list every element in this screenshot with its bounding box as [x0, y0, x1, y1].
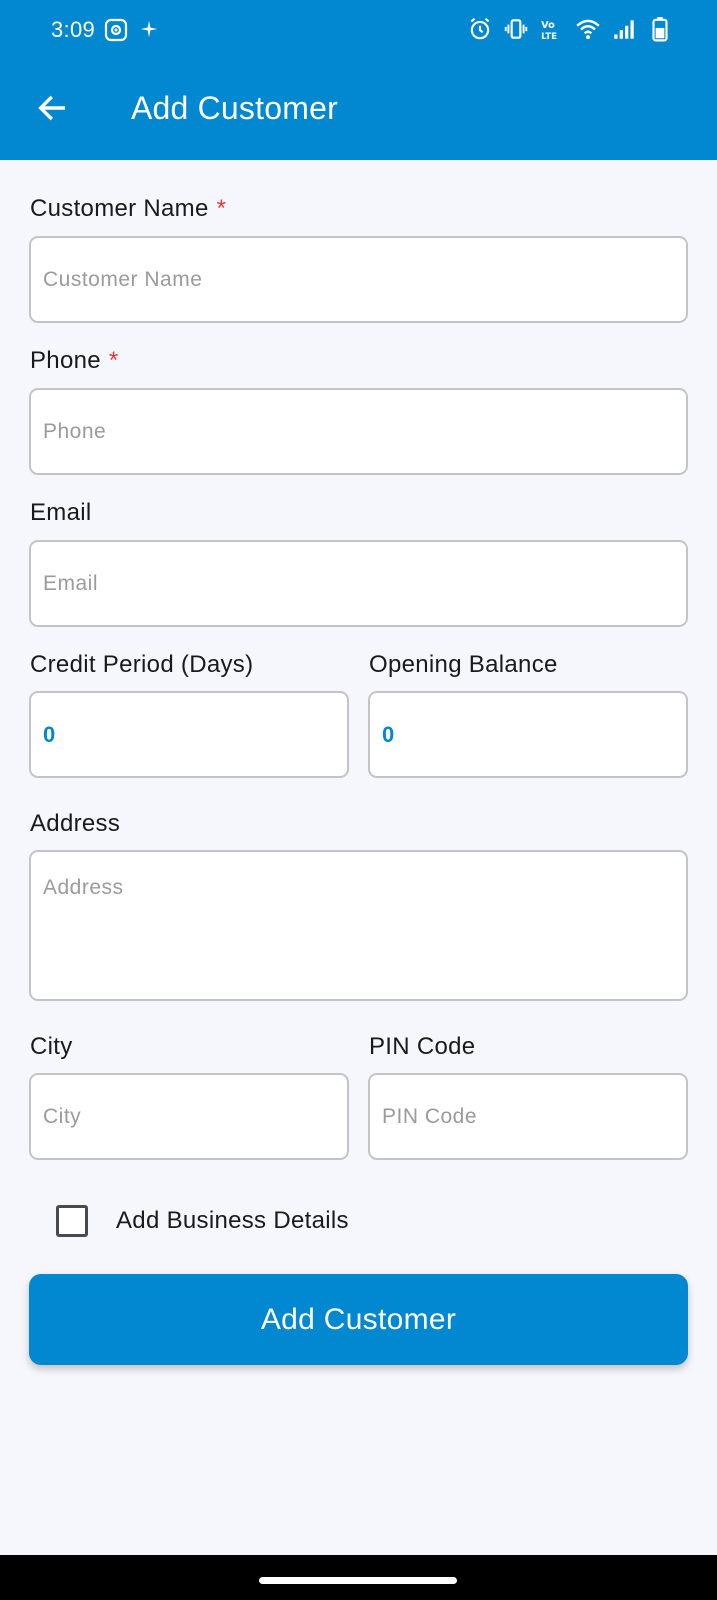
- business-details-checkbox[interactable]: [56, 1205, 88, 1237]
- customer-name-label: Customer Name *: [30, 195, 226, 223]
- email-label: Email: [30, 499, 92, 526]
- battery-icon: [647, 16, 673, 42]
- top-app-bar: 3:09 Vo LTE Add Customer: [0, 0, 717, 160]
- wifi-icon: [575, 16, 601, 42]
- status-icons: Vo LTE: [467, 16, 673, 42]
- home-gesture-handle[interactable]: [259, 1577, 457, 1584]
- app-bar: Add Customer: [0, 60, 717, 160]
- phone-label-text: Phone: [30, 347, 101, 374]
- required-mark: *: [216, 195, 227, 222]
- page-title: Add Customer: [131, 90, 338, 126]
- signal-icon: [611, 16, 637, 42]
- svg-text:LTE: LTE: [541, 32, 557, 42]
- city-label: City: [30, 1033, 73, 1060]
- pin-code-input[interactable]: [368, 1073, 688, 1160]
- svg-text:Vo: Vo: [541, 20, 555, 31]
- address-label: Address: [30, 810, 121, 837]
- arrow-left-icon: [38, 95, 66, 121]
- status-bar: 3:09 Vo LTE: [0, 0, 717, 60]
- phone-input[interactable]: [29, 388, 688, 475]
- email-input[interactable]: [29, 540, 688, 627]
- customer-name-label-text: Customer Name: [30, 195, 209, 222]
- city-input[interactable]: [29, 1073, 349, 1160]
- phone-label: Phone *: [30, 347, 119, 375]
- opening-balance-label: Opening Balance: [369, 651, 558, 678]
- customer-name-input[interactable]: [29, 236, 688, 323]
- business-details-row[interactable]: Add Business Details: [56, 1205, 349, 1237]
- sparkle-icon: [138, 18, 162, 42]
- business-details-label[interactable]: Add Business Details: [116, 1207, 349, 1235]
- volte-icon: Vo LTE: [539, 16, 565, 42]
- address-input[interactable]: [29, 850, 688, 1001]
- navigation-bar: [0, 1555, 717, 1600]
- required-mark: *: [108, 347, 119, 374]
- add-customer-button[interactable]: Add Customer: [29, 1274, 688, 1365]
- alarm-icon: [467, 16, 493, 42]
- status-time: 3:09: [51, 17, 96, 42]
- opening-balance-input[interactable]: [368, 691, 688, 778]
- credit-period-input[interactable]: [29, 691, 349, 778]
- back-button[interactable]: [30, 86, 74, 130]
- vibrate-icon: [503, 16, 529, 42]
- pin-code-label: PIN Code: [369, 1033, 476, 1060]
- credit-period-label: Credit Period (Days): [30, 651, 254, 678]
- screenshot-icon: [104, 18, 128, 42]
